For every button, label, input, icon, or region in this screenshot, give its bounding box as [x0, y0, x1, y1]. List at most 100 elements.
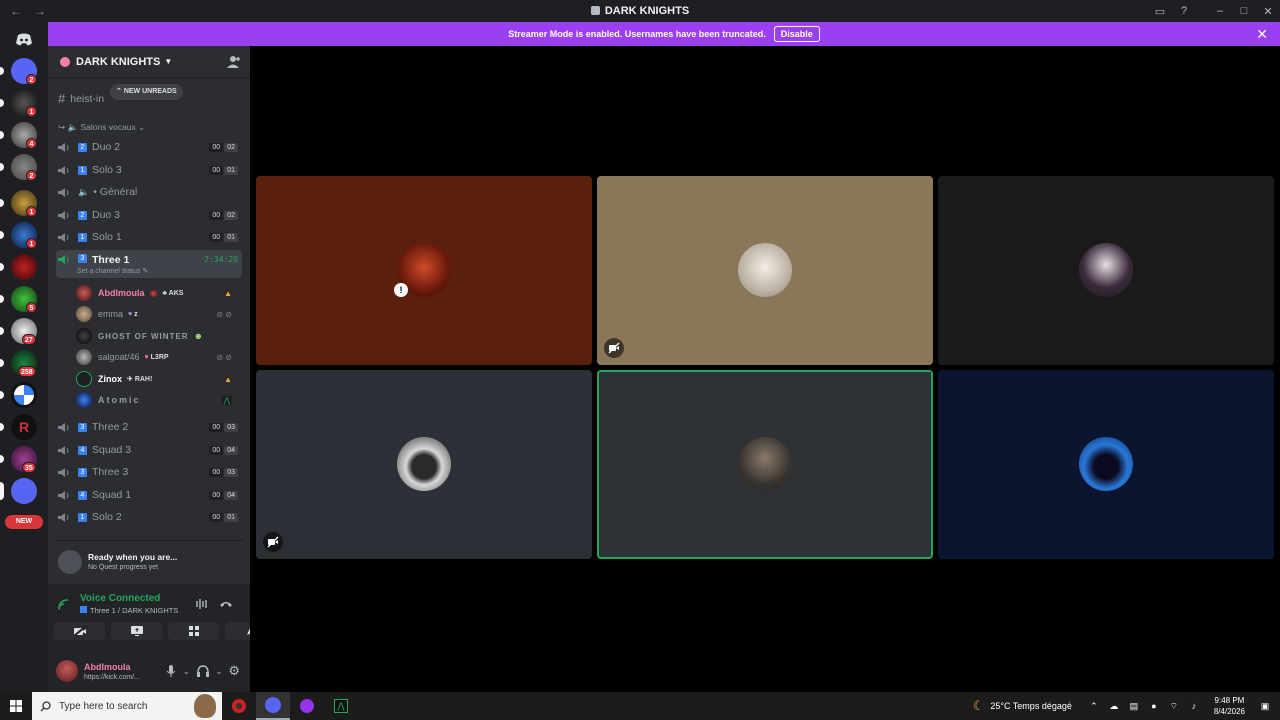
avatar[interactable] [56, 660, 78, 682]
video-tile[interactable] [256, 370, 592, 559]
new-unreads-pill[interactable]: ⌃ NEW UNREADS [110, 84, 183, 100]
count-current: 00 [209, 165, 224, 175]
weather-text[interactable]: 25°C Temps dégagé [990, 701, 1072, 711]
taskbar-search[interactable]: Type here to search [32, 692, 222, 720]
category-voice[interactable]: ↪ 🔈 Salons vocaux ⌄ [58, 122, 145, 133]
voice-channel[interactable]: 1 Solo 2 00 01 [56, 507, 242, 527]
quest-card[interactable]: Ready when you are... No Quest progress … [54, 540, 244, 582]
maximize-icon[interactable]: □ [1232, 5, 1256, 17]
taskbar-app-discord[interactable] [256, 692, 290, 720]
chevron-down-icon[interactable]: ⌄ [183, 667, 190, 676]
server-icon-bmw[interactable] [11, 382, 37, 408]
video-tile[interactable] [938, 370, 1274, 559]
chevron-down-icon[interactable]: ⌄ [216, 667, 223, 676]
voice-channel[interactable]: 2 Duo 2 00 02 [56, 137, 242, 157]
member-name: Atomic [98, 395, 141, 405]
voice-channel[interactable]: 🔈 • Général [56, 182, 242, 202]
taskbar-app-spotify[interactable] [290, 692, 324, 720]
speaker-icon [58, 490, 72, 501]
mention-badge: 1 [26, 106, 37, 117]
voice-channel[interactable]: 2 Duo 3 00 02 [56, 205, 242, 225]
screen-share-button[interactable] [111, 622, 162, 640]
server-icon[interactable] [11, 254, 37, 280]
unread-pill [0, 263, 4, 271]
unread-pill [0, 295, 4, 303]
voice-member[interactable]: Atomic ⋀ [76, 390, 242, 410]
voice-stage: ! [250, 46, 1280, 692]
video-tile[interactable]: ! [256, 176, 592, 365]
headphones-icon[interactable] [196, 664, 210, 678]
add-member-icon[interactable] [227, 55, 241, 69]
user-count: 00 01 [209, 165, 238, 175]
camera-button[interactable] [54, 622, 105, 640]
video-tile[interactable] [597, 176, 933, 365]
network-icon[interactable]: ▤ [1127, 700, 1141, 712]
voice-channel-link[interactable]: Three 1 / DARK KNIGHTS [80, 606, 178, 615]
forward-arrow-icon[interactable]: → [34, 4, 46, 18]
back-arrow-icon[interactable]: ← [10, 4, 22, 18]
hash-icon: # [58, 91, 66, 106]
user-panel: Abdlmoula https://kick.com/... ⌄ ⌄ ⚙ [48, 650, 250, 692]
microphone-icon[interactable] [165, 664, 177, 678]
count-current: 00 [209, 512, 224, 522]
voice-member[interactable]: Abdlmoula ◉ ♣ AKS ▲ [76, 283, 242, 303]
guild-header[interactable]: DARK KNIGHTS ▼ [48, 46, 250, 78]
video-tile-speaking[interactable] [597, 370, 933, 559]
chevron-up-icon[interactable]: ⌃ [1087, 700, 1101, 712]
channel-name: Solo 1 [92, 231, 122, 243]
app-icon: ⋀ [334, 699, 348, 713]
voice-member[interactable]: salgoat/46 ♥ L3RP ⊘ ⊘ [76, 347, 242, 367]
help-icon[interactable]: ? [1172, 5, 1196, 17]
count-current: 00 [209, 422, 224, 432]
volume-icon[interactable]: ♪ [1187, 700, 1201, 712]
voice-channel[interactable]: 1 Solo 1 00 01 [56, 227, 242, 247]
voice-member[interactable]: Zinox ✈ RAH! ▲ [76, 369, 242, 389]
video-tile[interactable] [938, 176, 1274, 365]
close-banner-icon[interactable]: ✕ [1256, 26, 1268, 43]
category-label: Salons vocaux [80, 122, 136, 132]
wifi-icon[interactable]: ⌔ [1167, 700, 1181, 712]
onedrive-icon[interactable]: ☁ [1107, 700, 1121, 712]
discord-home-icon[interactable] [12, 28, 36, 52]
disconnect-icon[interactable] [218, 596, 234, 612]
voice-member[interactable]: emma ♥ z ⊘ ⊘ [76, 304, 242, 324]
notifications-icon[interactable]: ▣ [1258, 700, 1272, 712]
member-name: salgoat/46 [98, 352, 140, 362]
taskbar-app-chrome[interactable] [222, 692, 256, 720]
unread-pill [0, 327, 4, 335]
quest-subtitle: No Quest progress yet [88, 564, 159, 571]
speaker-icon: 🔈 [78, 186, 90, 197]
clock[interactable]: 9:48 PM 8/4/2026 [1214, 695, 1245, 717]
server-icon[interactable] [11, 478, 37, 504]
screen-share-icon [130, 626, 143, 636]
noise-suppression-icon[interactable] [194, 596, 210, 612]
new-servers-pill[interactable]: NEW [5, 515, 43, 529]
search-icon [40, 700, 51, 711]
stream-icon: ▲ [224, 374, 232, 384]
voice-member[interactable]: GHOST OF WINTER ☻ [76, 326, 242, 346]
inbox-icon[interactable]: ▭ [1148, 5, 1172, 18]
voice-channel[interactable]: 3 Three 2 00 03 [56, 417, 242, 437]
speaker-icon [58, 232, 72, 243]
channel-heist[interactable]: # heist-in [58, 91, 104, 106]
voice-channel-active[interactable]: 3 Three 1 7:34:20 Set a channel status ✎ [56, 250, 242, 278]
taskbar-app-terminal[interactable]: ⋀ [324, 692, 358, 720]
disable-button[interactable]: Disable [773, 26, 820, 42]
gear-icon[interactable]: ⚙ [228, 663, 240, 679]
close-window-icon[interactable]: ✕ [1256, 5, 1280, 18]
server-icon[interactable]: R [11, 414, 37, 440]
voice-channel[interactable]: 4 Squad 1 00 04 [56, 485, 242, 505]
voice-channel[interactable]: 4 Squad 3 00 04 [56, 440, 242, 460]
count-current: 00 [209, 142, 224, 152]
voice-channel[interactable]: 3 Three 3 00 03 [56, 462, 242, 482]
activities-button[interactable] [168, 622, 219, 640]
mention-badge: 1 [26, 238, 37, 249]
minimize-icon[interactable]: – [1208, 5, 1232, 17]
microphone-icon[interactable]: ● [1147, 700, 1161, 712]
voice-channel[interactable]: 1 Solo 3 00 01 [56, 160, 242, 180]
windows-start-icon[interactable] [0, 700, 32, 712]
system-tray: ☾ 25°C Temps dégagé ⌃ ☁ ▤ ● ⌔ ♪ 9:48 PM … [973, 692, 1280, 720]
set-channel-status[interactable]: Set a channel status ✎ [77, 267, 148, 275]
signal-icon[interactable] [58, 598, 72, 610]
channel-status-text: Set a channel status [77, 268, 141, 275]
